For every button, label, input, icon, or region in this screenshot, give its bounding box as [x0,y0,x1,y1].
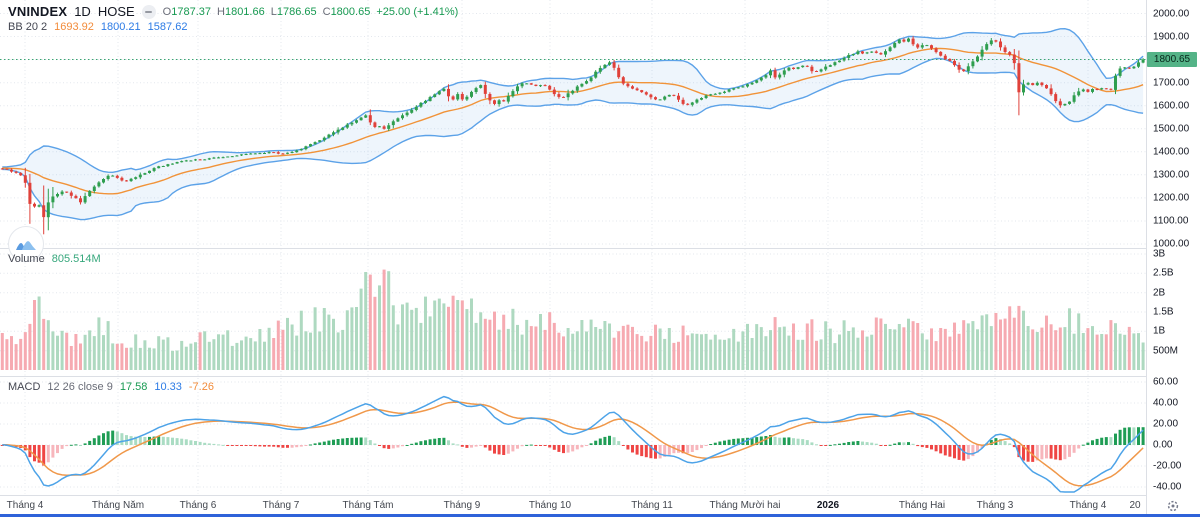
axis-tick-label: -40.00 [1153,482,1181,493]
exchange-label: HOSE [98,4,135,19]
axis-tick-label: 3B [1153,248,1165,259]
ohlc-values: O1787.37 H1801.66 L1786.65 C1800.65 +25.… [163,6,459,18]
price-axis[interactable]: 2000.001900.001800.001700.001600.001500.… [1147,0,1200,514]
macd-params: 12 26 close 9 [47,381,112,393]
axis-tick-label: 1B [1153,326,1165,337]
open-value: 1787.37 [171,6,211,18]
axis-tick-label: 1900.00 [1153,31,1189,42]
macd-signal-value: -7.26 [189,381,214,393]
axis-tick-label: 1500.00 [1153,123,1189,134]
change-value: +25.00 (+1.41%) [376,6,458,18]
hide-series-button[interactable] [142,5,156,19]
time-tick-label: Tháng 7 [263,500,300,511]
time-tick-label: Tháng Năm [92,500,144,511]
time-tick-label: Tháng Hai [899,500,945,511]
time-tick-label: Tháng 10 [529,500,571,511]
axis-tick-label: 2.5B [1153,268,1174,279]
mountain-icon [16,237,36,251]
chart-widget: VNINDEX 1D HOSE O1787.37 H1801.66 L1786.… [0,0,1200,517]
symbol-legend[interactable]: VNINDEX 1D HOSE O1787.37 H1801.66 L1786.… [8,4,458,19]
time-tick-label: Tháng 6 [180,500,217,511]
bb-upper-value: 1800.21 [101,21,141,33]
axis-tick-label: 1300.00 [1153,169,1189,180]
bollinger-band [2,29,1143,220]
axis-tick-label: 500M [1153,345,1178,356]
volume-value: 805.514M [52,253,101,265]
time-axis[interactable]: Tháng 4 Tháng Năm Tháng 6 Tháng 7 Tháng Tám T… [0,495,1147,515]
axis-tick-label: 1700.00 [1153,77,1189,88]
axis-tick-label: 1200.00 [1153,192,1189,203]
axis-tick-label: 1600.00 [1153,100,1189,111]
volume-pane[interactable] [1,270,1145,370]
bb-basis-value: 1693.92 [54,21,94,33]
time-tick-label: Tháng 9 [444,500,481,511]
macd-hist-value: 17.58 [120,381,148,393]
chart-canvas[interactable] [0,0,1147,514]
axis-tick-label: 0.00 [1153,440,1172,451]
bb-label: BB 20 2 [8,21,47,33]
high-value: 1801.66 [225,6,265,18]
close-value: 1800.65 [331,6,371,18]
last-price-badge: 1800.65 [1147,52,1197,67]
interval-label: 1D [74,4,91,19]
time-tick-label: Tháng 11 [631,500,673,511]
axis-tick-label: 1.5B [1153,306,1174,317]
axis-separator [1146,0,1147,514]
time-tick-label: Tháng Mười hai [709,500,780,511]
axis-tick-label: 60.00 [1153,377,1178,388]
bb-legend[interactable]: BB 20 2 1693.92 1800.21 1587.62 [8,21,187,33]
settings-gear-icon[interactable] [1166,499,1180,513]
axis-tick-label: -20.00 [1153,461,1181,472]
axis-tick-label: 20.00 [1153,419,1178,430]
macd-legend[interactable]: MACD 12 26 close 9 17.58 10.33 -7.26 [8,381,214,393]
axis-tick-label: 40.00 [1153,398,1178,409]
volume-label: Volume [8,253,45,265]
minus-icon [145,11,152,13]
time-tick-label: Tháng 4 [7,500,44,511]
axis-tick-label: 1400.00 [1153,146,1189,157]
axis-tick-label: 2000.00 [1153,8,1189,19]
time-tick-label: 20 [1129,500,1140,511]
axis-tick-label: 1100.00 [1153,215,1188,226]
macd-line-value: 10.33 [154,381,182,393]
macd-pane[interactable] [1,397,1145,492]
bb-lower-value: 1587.62 [148,21,188,33]
symbol-name: VNINDEX [8,4,67,19]
macd-label: MACD [8,381,40,393]
price-pane[interactable] [1,36,1145,234]
low-value: 1786.65 [277,6,317,18]
volume-legend[interactable]: Volume 805.514M [8,253,101,265]
time-tick-label: 2026 [817,500,839,511]
time-tick-label: Tháng Tám [343,500,394,511]
time-tick-label: Tháng 4 [1070,500,1107,511]
axis-tick-label: 2B [1153,287,1165,298]
time-tick-label: Tháng 3 [977,500,1014,511]
